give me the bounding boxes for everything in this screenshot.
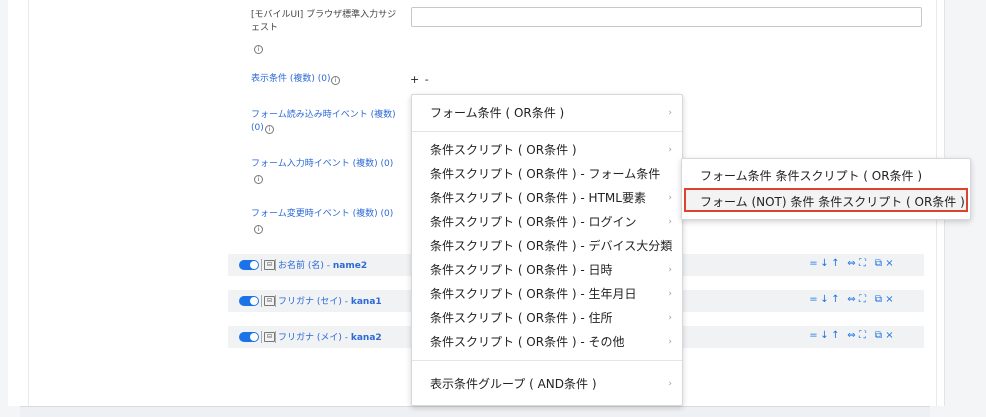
reorder-handle-icon[interactable]: = (808, 258, 819, 269)
display-condition-info-icon[interactable]: i (331, 76, 340, 85)
chevron-right-icon: › (668, 108, 672, 118)
collapse-icon[interactable]: ⇔ (846, 294, 857, 305)
enable-toggle[interactable] (239, 260, 259, 270)
move-up-icon[interactable]: ↑ (830, 258, 841, 269)
menu-item-script-html[interactable]: 条件スクリプト ( OR条件 ) - HTML要素 › (412, 186, 682, 210)
menu-item-script-other[interactable]: 条件スクリプト ( OR条件 ) - その他 › (412, 330, 682, 354)
move-down-icon[interactable]: ↓ (819, 330, 830, 341)
divider (261, 259, 262, 271)
submenu-item-form-script[interactable]: フォーム条件 条件スクリプト ( OR条件 ) (682, 164, 970, 188)
chevron-right-icon: › (668, 193, 672, 203)
collapse-icon[interactable]: ⇔ (846, 258, 857, 269)
text-field-icon: ⊟ (264, 260, 275, 270)
chevron-right-icon: › (668, 217, 672, 227)
load-event-label-line2[interactable]: (0) (251, 122, 264, 135)
text-field-icon: ⊟ (264, 296, 275, 306)
menu-item-form-condition[interactable]: フォーム条件 ( OR条件 ) › (412, 101, 682, 125)
divider (261, 331, 262, 343)
input-event-label[interactable]: フォーム入力時イベント (複数) (0) (251, 158, 393, 171)
expand-icon[interactable]: ⛶ (857, 258, 868, 269)
chevron-right-icon: › (668, 289, 672, 299)
menu-divider (412, 360, 682, 361)
chevron-right-icon: › (668, 313, 672, 323)
expand-icon[interactable]: ⛶ (857, 330, 868, 341)
delete-icon[interactable]: × (884, 258, 895, 269)
delete-icon[interactable]: × (884, 294, 895, 305)
input-event-info-icon[interactable]: i (254, 175, 263, 184)
enable-toggle[interactable] (239, 296, 259, 306)
enable-toggle[interactable] (239, 332, 259, 342)
delete-icon[interactable]: × (884, 330, 895, 341)
menu-item-script-login[interactable]: 条件スクリプト ( OR条件 ) - ログイン › (412, 210, 682, 234)
move-down-icon[interactable]: ↓ (819, 258, 830, 269)
menu-item-script-datetime[interactable]: 条件スクリプト ( OR条件 ) - 日時 › (412, 258, 682, 282)
text-field-icon: ⊟ (264, 332, 275, 342)
move-down-icon[interactable]: ↓ (819, 294, 830, 305)
divider (275, 295, 276, 307)
chevron-right-icon: › (668, 379, 672, 389)
copy-icon[interactable]: ⧉ (873, 330, 884, 341)
divider (275, 331, 276, 343)
condition-type-menu: フォーム条件 ( OR条件 ) › 条件スクリプト ( OR条件 ) › 条件スクリ… (411, 94, 683, 406)
menu-item-script-birthdate[interactable]: 条件スクリプト ( OR条件 ) - 生年月日 › (412, 282, 682, 306)
change-event-label[interactable]: フォーム変更時イベント (複数) (0) (251, 208, 393, 221)
suggest-label-line2: ェスト (251, 23, 279, 33)
submenu-item-form-not-script[interactable]: フォーム (NOT) 条件 条件スクリプト ( OR条件 ) (684, 188, 968, 212)
collapse-icon[interactable]: ⇔ (846, 330, 857, 341)
add-remove-condition-buttons[interactable]: + - (410, 73, 430, 86)
chevron-right-icon: › (668, 337, 672, 347)
row-actions: = ↓ ↑ ⇔ ⛶ ⧉ × (808, 258, 895, 269)
suggest-input[interactable] (411, 7, 922, 27)
panel-footer-bar (20, 406, 930, 417)
divider (261, 295, 262, 307)
menu-item-script-device[interactable]: 条件スクリプト ( OR条件 ) - デバイス大分類 › (412, 234, 682, 258)
menu-divider (412, 131, 682, 132)
field-name-link[interactable]: フリガナ (セイ) - kana1 (278, 294, 382, 307)
menu-item-script-address[interactable]: 条件スクリプト ( OR条件 ) - 住所 › (412, 306, 682, 330)
divider (275, 259, 276, 271)
change-event-info-icon[interactable]: i (254, 225, 263, 234)
field-name-link[interactable]: フリガナ (メイ) - kana2 (278, 330, 382, 343)
move-up-icon[interactable]: ↑ (830, 330, 841, 341)
field-name-link[interactable]: お名前 (名) - name2 (278, 258, 367, 271)
display-condition-label[interactable]: 表示条件 (複数) (0) (251, 73, 331, 86)
move-up-icon[interactable]: ↑ (830, 294, 841, 305)
suggest-label-line1: [モバイルUI] ブラウザ標準入力サジ (251, 10, 397, 20)
chevron-right-icon: › (668, 241, 672, 251)
reorder-handle-icon[interactable]: = (808, 294, 819, 305)
menu-item-script-form[interactable]: 条件スクリプト ( OR条件 ) - フォーム条件 (412, 162, 682, 186)
load-event-info-icon[interactable]: i (265, 125, 274, 134)
menu-item-condition-group[interactable]: 表示条件グループ ( AND条件 ) › (412, 372, 682, 396)
menu-item-script[interactable]: 条件スクリプト ( OR条件 ) › (412, 138, 682, 162)
load-event-label-line1[interactable]: フォーム読み込み時イベント (複数) (251, 109, 396, 122)
copy-icon[interactable]: ⧉ (873, 258, 884, 269)
reorder-handle-icon[interactable]: = (808, 330, 819, 341)
chevron-right-icon: › (668, 145, 672, 155)
row-actions: = ↓ ↑ ⇔ ⛶ ⧉ × (808, 330, 895, 341)
row-actions: = ↓ ↑ ⇔ ⛶ ⧉ × (808, 294, 895, 305)
expand-icon[interactable]: ⛶ (857, 294, 868, 305)
copy-icon[interactable]: ⧉ (873, 294, 884, 305)
form-condition-submenu: フォーム条件 条件スクリプト ( OR条件 ) フォーム (NOT) 条件 条件… (681, 158, 971, 220)
chevron-right-icon: › (668, 265, 672, 275)
panel-left-border (28, 0, 29, 406)
suggest-info-icon[interactable]: i (254, 45, 263, 54)
